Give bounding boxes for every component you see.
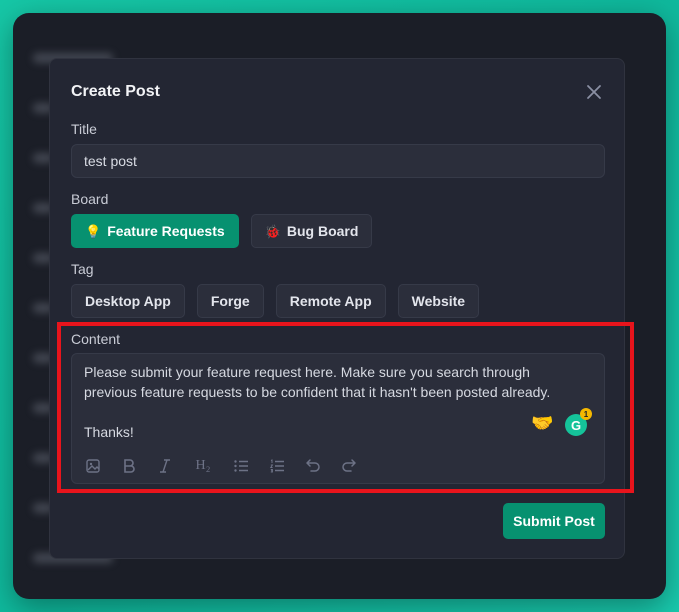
close-button[interactable] xyxy=(585,83,603,101)
bullet-list-button[interactable] xyxy=(232,457,250,475)
grammarly-count-badge: 1 xyxy=(580,408,592,420)
tag-selector: Desktop App Forge Remote App Website xyxy=(71,284,480,318)
title-label: Title xyxy=(71,121,97,137)
bullet-list-icon xyxy=(234,460,248,472)
tag-website-button[interactable]: Website xyxy=(397,284,480,318)
italic-icon xyxy=(160,459,170,473)
content-line: previous feature requests to be confiden… xyxy=(84,384,551,400)
tag-label: Tag xyxy=(71,261,94,277)
numbered-list-icon xyxy=(269,459,284,473)
heading-button[interactable]: H₂ xyxy=(192,457,214,475)
content-label: Content xyxy=(71,331,121,347)
editor-toolbar: H₂ xyxy=(84,457,358,475)
board-feature-requests-button[interactable]: 💡 Feature Requests xyxy=(71,214,239,248)
tag-remote-app-button[interactable]: Remote App xyxy=(275,284,386,318)
lightbulb-icon: 💡 xyxy=(85,223,102,239)
italic-button[interactable] xyxy=(156,457,174,475)
grammarly-icon: G xyxy=(570,417,582,433)
board-label: Board xyxy=(71,191,109,207)
handshake-icon[interactable]: 🤝 xyxy=(531,414,553,432)
board-label-bug-board: Bug Board xyxy=(286,223,359,239)
board-label-feature-requests: Feature Requests xyxy=(107,223,225,239)
numbered-list-button[interactable] xyxy=(268,457,286,475)
undo-button[interactable] xyxy=(304,457,322,475)
app-window: Create Post Title Board 💡 Feature Reques… xyxy=(13,13,666,599)
bold-icon xyxy=(124,459,135,473)
tag-forge-button[interactable]: Forge xyxy=(196,284,264,318)
redo-button[interactable] xyxy=(340,457,358,475)
grammarly-button[interactable]: G 1 xyxy=(565,408,592,436)
submit-post-button[interactable]: Submit Post xyxy=(503,503,605,539)
insert-image-button[interactable] xyxy=(84,457,102,475)
title-input[interactable] xyxy=(71,144,605,178)
bold-button[interactable] xyxy=(120,457,138,475)
create-post-modal: Create Post Title Board 💡 Feature Reques… xyxy=(49,58,625,559)
heading-icon: H₂ xyxy=(195,458,211,473)
content-text[interactable]: Please submit your feature request here.… xyxy=(84,362,604,442)
image-icon xyxy=(86,459,100,473)
board-bug-board-button[interactable]: 🐞 Bug Board xyxy=(250,214,373,248)
undo-icon xyxy=(306,459,320,472)
bug-icon: 🐞 xyxy=(264,223,281,239)
content-line: Please submit your feature request here.… xyxy=(84,364,530,380)
modal-title: Create Post xyxy=(71,83,160,100)
content-line: Thanks! xyxy=(84,424,134,440)
content-editor[interactable]: Please submit your feature request here.… xyxy=(71,353,605,484)
board-selector: 💡 Feature Requests 🐞 Bug Board xyxy=(71,214,373,248)
tag-desktop-app-button[interactable]: Desktop App xyxy=(71,284,185,318)
close-icon xyxy=(587,85,601,99)
redo-icon xyxy=(342,459,356,472)
